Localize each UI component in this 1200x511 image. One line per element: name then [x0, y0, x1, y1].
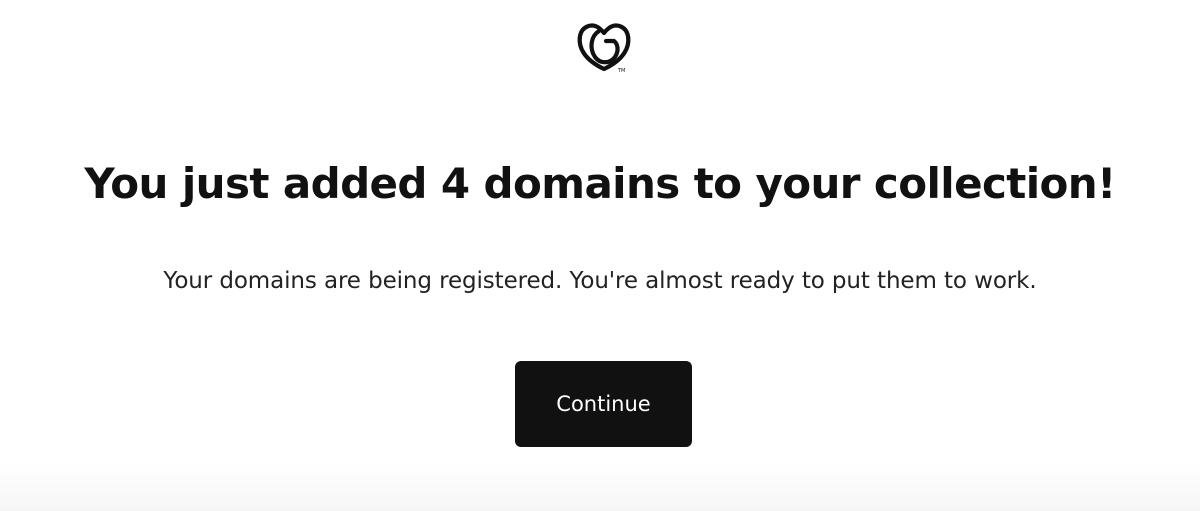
godaddy-logo-icon: TM: [575, 20, 633, 74]
svg-text:TM: TM: [617, 68, 625, 74]
page-title: You just added 4 domains to your collect…: [84, 159, 1116, 208]
continue-button[interactable]: Continue: [515, 361, 692, 447]
confirmation-page: TM You just added 4 domains to your coll…: [0, 0, 1200, 511]
registration-status-text: Your domains are being registered. You'r…: [163, 268, 1037, 294]
